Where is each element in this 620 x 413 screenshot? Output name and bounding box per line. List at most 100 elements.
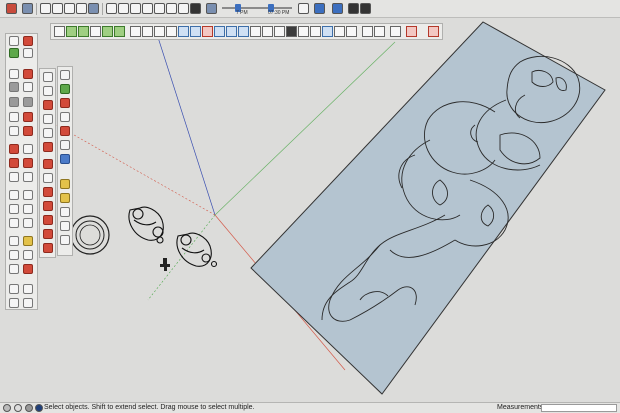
help-icon[interactable]	[35, 404, 43, 412]
scale-tool-icon[interactable]	[9, 172, 19, 182]
section-plane-icon[interactable]	[334, 26, 345, 37]
scale-icon[interactable]	[190, 26, 201, 37]
solid-union-icon[interactable]	[43, 173, 53, 183]
solid-intersect-icon[interactable]	[43, 229, 53, 239]
ruby-console-icon[interactable]	[60, 126, 70, 136]
tape-tool-icon[interactable]	[9, 190, 19, 200]
cut-icon[interactable]	[64, 3, 75, 14]
rotate-tool-icon[interactable]	[9, 158, 19, 168]
layers-icon[interactable]	[60, 140, 70, 150]
component-icon[interactable]	[66, 26, 77, 37]
model-viewport[interactable]	[0, 0, 620, 413]
bottom-view-icon[interactable]	[190, 3, 201, 14]
dynamic-component-icon[interactable]	[60, 221, 70, 231]
lookaround-tool-icon[interactable]	[9, 298, 19, 308]
look-around-icon[interactable]	[362, 26, 373, 37]
zoom-tool-icon[interactable]	[9, 250, 19, 260]
eraser-tool-icon[interactable]	[23, 36, 33, 46]
solid-outer-icon[interactable]	[43, 243, 53, 253]
zoom-icon[interactable]	[310, 26, 321, 37]
get-models-icon[interactable]	[6, 3, 17, 14]
share-component-icon[interactable]	[60, 207, 70, 217]
dimension-tool-icon[interactable]	[23, 190, 33, 200]
axes-icon[interactable]	[262, 26, 273, 37]
rotated-rect-tool-icon[interactable]	[23, 82, 33, 92]
stop-icon[interactable]	[360, 3, 371, 14]
solid-trim-icon[interactable]	[43, 201, 53, 211]
credits-icon[interactable]	[14, 404, 22, 412]
photo-textures-icon[interactable]	[60, 154, 70, 164]
circle-icon[interactable]	[142, 26, 153, 37]
smoove-icon[interactable]	[43, 100, 53, 110]
share-model-icon[interactable]	[22, 3, 33, 14]
sandbox-icon[interactable]	[43, 72, 53, 82]
rect-tool-icon[interactable]	[9, 82, 19, 92]
left-view-icon[interactable]	[178, 3, 189, 14]
solid-subtract-icon[interactable]	[43, 187, 53, 197]
walk-tool-icon[interactable]	[23, 284, 33, 294]
standard-views-icon[interactable]	[106, 3, 117, 14]
info-icon[interactable]	[3, 404, 11, 412]
zoom-extents-tool-icon[interactable]	[9, 264, 19, 274]
push-pull-icon[interactable]	[154, 26, 165, 37]
text-tool-icon[interactable]	[23, 204, 33, 214]
trimble-connect-icon[interactable]	[60, 179, 70, 189]
arc-tool-icon[interactable]	[9, 112, 19, 122]
move-tool-icon[interactable]	[9, 144, 19, 154]
position-camera-icon[interactable]	[374, 26, 385, 37]
arc2-tool-icon[interactable]	[23, 112, 33, 122]
measurements-input[interactable]	[541, 404, 617, 412]
select-icon[interactable]	[54, 26, 65, 37]
section-fill-icon[interactable]	[406, 26, 417, 37]
shadow-settings-icon[interactable]	[298, 3, 309, 14]
drape-icon[interactable]	[43, 128, 53, 138]
tape-measure-icon[interactable]	[214, 26, 225, 37]
eraser-icon[interactable]	[90, 26, 101, 37]
pushpull-tool-icon[interactable]	[23, 144, 33, 154]
arc-icon[interactable]	[114, 26, 125, 37]
line-icon[interactable]	[102, 26, 113, 37]
offset-tool-icon[interactable]	[23, 172, 33, 182]
pan-icon[interactable]	[298, 26, 309, 37]
paste-icon[interactable]	[88, 3, 99, 14]
followme-tool-icon[interactable]	[23, 158, 33, 168]
protractor-tool-icon[interactable]	[9, 204, 19, 214]
paint-tool-icon[interactable]	[9, 48, 19, 58]
3d-warehouse-icon[interactable]	[60, 193, 70, 203]
rectangle-icon[interactable]	[130, 26, 141, 37]
back-view-icon[interactable]	[166, 3, 177, 14]
dimension-icon[interactable]	[226, 26, 237, 37]
xray-icon[interactable]	[206, 3, 217, 14]
pie-tool-icon[interactable]	[9, 126, 19, 136]
axes-tool-icon[interactable]	[9, 218, 19, 228]
arc3-tool-icon[interactable]	[23, 126, 33, 136]
previous-view-tool-icon[interactable]	[23, 264, 33, 274]
extension-warehouse-icon[interactable]	[60, 98, 70, 108]
walk-icon[interactable]	[346, 26, 357, 37]
section-cut-icon[interactable]	[390, 26, 401, 37]
orbit-icon[interactable]	[286, 26, 297, 37]
pencil-icon[interactable]	[428, 26, 439, 37]
offset-icon[interactable]	[202, 26, 213, 37]
flip-edge-icon[interactable]	[43, 159, 53, 169]
add-detail-icon[interactable]	[43, 142, 53, 152]
component-tool-icon[interactable]	[23, 48, 33, 58]
polygon-tool-icon[interactable]	[23, 97, 33, 107]
geo-location-icon[interactable]	[60, 84, 70, 94]
zoom-window-tool-icon[interactable]	[23, 250, 33, 260]
3dtext-tool-icon[interactable]	[23, 218, 33, 228]
text-icon[interactable]	[250, 26, 261, 37]
iso-view-icon[interactable]	[118, 3, 129, 14]
open-icon[interactable]	[40, 3, 51, 14]
play-icon[interactable]	[348, 3, 359, 14]
front-view-icon[interactable]	[142, 3, 153, 14]
stamp-icon[interactable]	[43, 114, 53, 124]
section-tool-icon[interactable]	[23, 298, 33, 308]
select-arrow-icon[interactable]	[9, 36, 19, 46]
circle-tool-icon[interactable]	[9, 97, 19, 107]
paint-bucket-icon[interactable]	[78, 26, 89, 37]
3d-text-icon[interactable]	[274, 26, 285, 37]
solid-split-icon[interactable]	[43, 215, 53, 225]
copy-icon[interactable]	[76, 3, 87, 14]
save-icon[interactable]	[52, 3, 63, 14]
